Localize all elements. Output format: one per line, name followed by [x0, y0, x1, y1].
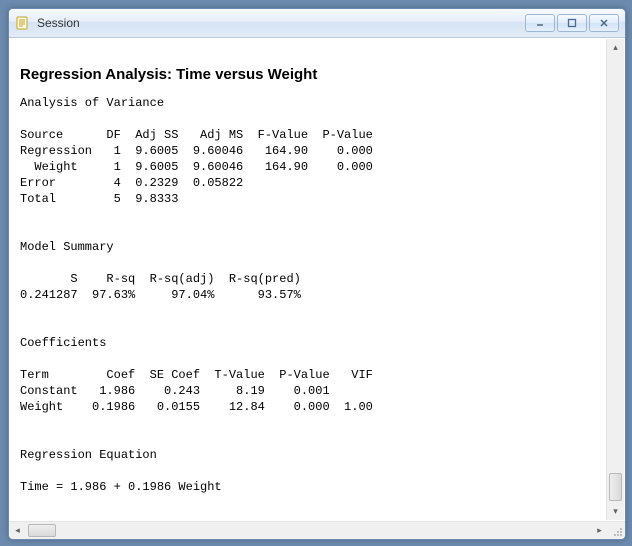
session-output[interactable]: Regression Analysis: Time versus Weight A… [10, 39, 606, 520]
scroll-thumb[interactable] [28, 524, 56, 537]
vertical-scrollbar[interactable]: ▴ ▾ [606, 39, 624, 520]
window-controls [525, 14, 623, 32]
content-area: Regression Analysis: Time versus Weight A… [9, 38, 625, 521]
scroll-left-arrow-icon[interactable]: ◂ [9, 523, 26, 538]
report-heading: Regression Analysis: Time versus Weight [20, 67, 600, 83]
session-window: Session Regression Analysis: Time versus… [8, 8, 626, 540]
horizontal-scrollbar[interactable]: ◂ ▸ [9, 521, 625, 539]
anova-row: Regression 1 9.6005 9.60046 164.90 0.000 [20, 144, 373, 158]
window-title: Session [37, 16, 519, 30]
titlebar[interactable]: Session [9, 9, 625, 38]
model-summary-heading: Model Summary [20, 240, 114, 254]
scroll-track[interactable] [26, 522, 591, 539]
resize-grip[interactable] [608, 522, 625, 539]
coefficients-row: Constant 1.986 0.243 8.19 0.001 [20, 384, 330, 398]
minimize-button[interactable] [525, 14, 555, 32]
coefficients-heading: Coefficients [20, 336, 106, 350]
session-app-icon [15, 15, 31, 31]
scroll-track[interactable] [607, 56, 624, 503]
equation-heading: Regression Equation [20, 448, 157, 462]
close-button[interactable] [589, 14, 619, 32]
coefficients-row: Weight 0.1986 0.0155 12.84 0.000 1.00 [20, 400, 373, 414]
model-summary-row: 0.241287 97.63% 97.04% 93.57% [20, 288, 301, 302]
scroll-thumb[interactable] [609, 473, 622, 501]
anova-row: Weight 1 9.6005 9.60046 164.90 0.000 [20, 160, 373, 174]
maximize-button[interactable] [557, 14, 587, 32]
anova-row: Total 5 9.8333 [20, 192, 178, 206]
scroll-down-arrow-icon[interactable]: ▾ [608, 503, 623, 520]
regression-equation: Time = 1.986 + 0.1986 Weight [20, 480, 222, 494]
scroll-up-arrow-icon[interactable]: ▴ [608, 39, 623, 56]
scroll-right-arrow-icon[interactable]: ▸ [591, 523, 608, 538]
anova-row: Error 4 0.2329 0.05822 [20, 176, 243, 190]
anova-heading: Analysis of Variance [20, 96, 164, 110]
model-summary-columns: S R-sq R-sq(adj) R-sq(pred) [20, 272, 301, 286]
anova-columns: Source DF Adj SS Adj MS F-Value P-Value [20, 128, 373, 142]
coefficients-columns: Term Coef SE Coef T-Value P-Value VIF [20, 368, 373, 382]
